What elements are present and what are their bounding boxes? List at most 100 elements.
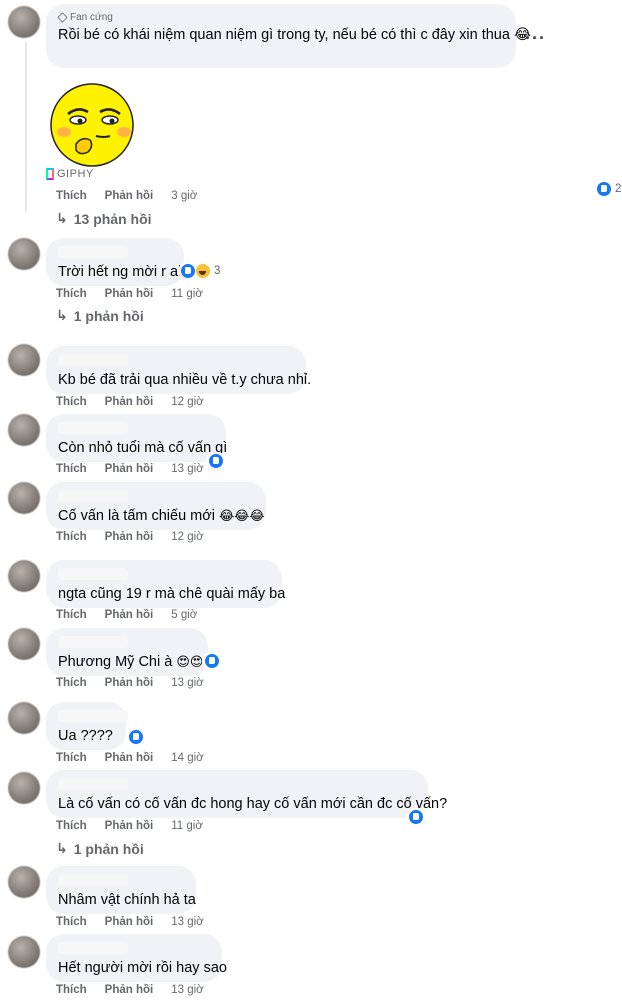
reply-button[interactable]: Phản hồi (105, 288, 154, 300)
thread-line (25, 42, 27, 212)
author-name-redacted (58, 942, 128, 954)
like-button[interactable]: Thích (56, 752, 87, 764)
comment-actions: Thích Phản hồi 13 giờ (56, 984, 204, 996)
comment-actions: Thích Phản hồi 11 giờ (56, 288, 203, 300)
reply-button[interactable]: Phản hồi (105, 463, 154, 475)
view-replies-link[interactable]: ↳ 1 phản hồi (56, 840, 144, 857)
author-name-redacted (58, 490, 128, 502)
giphy-label: GIPHY (46, 168, 94, 180)
avatar[interactable] (8, 772, 40, 804)
comment-bubble: Còn nhỏ tuổi mà cố vấn gì (46, 414, 228, 462)
avatar[interactable] (8, 238, 40, 270)
comment-text-body: Phương Mỹ Chi à (58, 654, 173, 670)
comment-text: Còn nhỏ tuổi mà cố vấn gì (58, 440, 228, 456)
reply-button[interactable]: Phản hồi (105, 820, 154, 832)
replies-label: 1 phản hồi (73, 307, 144, 324)
reaction-summary[interactable]: 2 (594, 180, 622, 198)
avatar[interactable] (8, 936, 40, 968)
author-name-redacted (58, 246, 128, 258)
avatar[interactable] (8, 560, 40, 592)
like-button[interactable]: Thích (56, 463, 87, 475)
giphy-text: GIPHY (57, 168, 94, 180)
timestamp[interactable]: 3 giờ (171, 190, 197, 202)
reply-button[interactable]: Phản hồi (105, 752, 154, 764)
like-icon (204, 653, 220, 669)
comment-bubble: Nhâm vật chính hả ta (46, 866, 196, 914)
like-button[interactable]: Thích (56, 916, 87, 928)
timestamp[interactable]: 13 giờ (171, 463, 203, 475)
avatar[interactable] (8, 344, 40, 376)
haha-icon (195, 263, 211, 279)
author-name-redacted (58, 710, 128, 722)
reply-button[interactable]: Phản hồi (105, 916, 154, 928)
reaction-summary[interactable]: 3 (178, 262, 223, 280)
like-button[interactable]: Thích (56, 190, 87, 202)
reply-arrow-icon: ↳ (56, 210, 68, 226)
avatar[interactable] (8, 414, 40, 446)
timestamp[interactable]: 13 giờ (171, 677, 203, 689)
timestamp[interactable]: 11 giờ (171, 820, 203, 832)
view-replies-link[interactable]: ↳ 1 phản hồi (56, 307, 144, 324)
comment-text: Cố vấn là tấm chiếu mới 😂😂😂 (58, 507, 265, 526)
timestamp[interactable]: 12 giờ (171, 531, 203, 543)
comment-bubble: Hết người mời rồi hay sao (46, 934, 227, 982)
like-button[interactable]: Thích (56, 984, 87, 996)
more-options-icon[interactable]: ··· (525, 28, 546, 49)
timestamp[interactable]: 14 giờ (171, 752, 203, 764)
comment-text: Ua ???? (58, 728, 113, 744)
comment-text: Trời hết ng mời r ak (58, 264, 186, 280)
author-name-redacted (58, 778, 128, 790)
author-name-redacted (58, 568, 128, 580)
avatar[interactable] (8, 702, 40, 734)
timestamp[interactable]: 11 giờ (171, 288, 203, 300)
comment-bubble: Trời hết ng mời r ak (46, 238, 186, 286)
laughing-emoji: 😂😂😂 (219, 508, 265, 523)
reaction-summary[interactable] (406, 808, 426, 826)
avatar[interactable] (8, 866, 40, 898)
comment-text: Kb bé đã trải qua nhiều về t.y chưa nhỉ. (58, 372, 312, 388)
comment-actions: Thích Phản hồi 13 giờ (56, 677, 204, 689)
like-icon (208, 453, 224, 469)
comment-actions: Thích Phản hồi 14 giờ (56, 752, 204, 764)
like-button[interactable]: Thích (56, 677, 87, 689)
comment-bubble: ngta cũng 19 r mà chê quài mấy ba (46, 560, 285, 608)
timestamp[interactable]: 12 giờ (171, 396, 203, 408)
replies-label: 13 phản hồi (73, 210, 152, 227)
reaction-count: 3 (214, 265, 221, 277)
comment-actions: Thích Phản hồi 3 giờ (56, 190, 197, 202)
timestamp[interactable]: 5 giờ (171, 609, 197, 621)
fan-badge-label: Fan cứng (70, 12, 113, 23)
avatar[interactable] (8, 482, 40, 514)
reply-button[interactable]: Phản hồi (105, 609, 154, 621)
avatar[interactable] (8, 628, 40, 660)
gif-image[interactable] (40, 82, 148, 168)
reaction-summary[interactable] (126, 728, 146, 746)
author-name-redacted (58, 354, 128, 366)
like-button[interactable]: Thích (56, 609, 87, 621)
like-button[interactable]: Thích (56, 288, 87, 300)
like-button[interactable]: Thích (56, 820, 87, 832)
reply-button[interactable]: Phản hồi (105, 396, 154, 408)
comment-actions: Thích Phản hồi 12 giờ (56, 531, 204, 543)
author-name-redacted (58, 636, 128, 648)
reply-button[interactable]: Phản hồi (105, 677, 154, 689)
timestamp[interactable]: 13 giờ (171, 984, 203, 996)
like-icon (596, 181, 612, 197)
reply-button[interactable]: Phản hồi (105, 984, 154, 996)
reply-arrow-icon: ↳ (56, 307, 68, 323)
comment-text: Là cố vấn có cố vấn đc hong hay cố vấn m… (58, 796, 448, 812)
comment-bubble: Ua ???? (46, 702, 128, 750)
comment-actions: Thích Phản hồi 13 giờ (56, 916, 204, 928)
like-button[interactable]: Thích (56, 531, 87, 543)
reaction-summary[interactable] (202, 652, 222, 670)
like-button[interactable]: Thích (56, 396, 87, 408)
view-replies-link[interactable]: ↳ 13 phản hồi (56, 210, 152, 227)
comment-actions: Thích Phản hồi 13 giờ (56, 463, 204, 475)
avatar[interactable] (8, 6, 40, 38)
comment-text: Phương Mỹ Chi à 😍😍 (58, 653, 203, 672)
giphy-logo-icon (46, 168, 54, 180)
reaction-summary[interactable] (206, 452, 226, 470)
reply-button[interactable]: Phản hồi (105, 531, 154, 543)
timestamp[interactable]: 13 giờ (171, 916, 203, 928)
reply-button[interactable]: Phản hồi (105, 190, 154, 202)
